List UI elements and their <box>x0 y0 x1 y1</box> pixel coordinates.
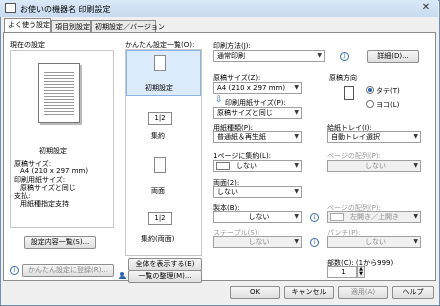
printer-icon <box>5 3 16 13</box>
tray-select[interactable]: 自動トレイ選択 ▼ <box>327 131 421 143</box>
arrow-down-icon: ⇩ <box>215 95 223 105</box>
paper-type-value: 普通紙＆再生紙 <box>217 133 266 141</box>
tab-frequent[interactable]: よく使う設定 <box>4 18 51 33</box>
chevron-down-icon: ▼ <box>294 109 299 116</box>
portrait-page-icon <box>344 86 354 100</box>
portrait-radio[interactable] <box>366 86 374 94</box>
nup-order-select[interactable]: しない ▼ <box>327 160 421 172</box>
duplex-select[interactable]: しない ▼ <box>213 186 302 198</box>
booklet-order-value: 左開き／上開き <box>350 213 399 221</box>
register-preset-button[interactable]: かんたん設定に登録(R)... <box>22 264 114 277</box>
chevron-down-icon: ▼ <box>317 52 322 59</box>
apply-button[interactable]: 適用(A) <box>338 286 388 299</box>
summary-line: A4 (210 x 297 mm) <box>20 167 89 175</box>
detail-button[interactable]: 詳細(D)... <box>367 50 419 63</box>
duplex-value: しない <box>217 188 238 196</box>
ok-button[interactable]: OK <box>230 286 280 299</box>
chevron-down-icon: ▼ <box>294 162 299 169</box>
chevron-down-icon: ▼ <box>294 133 299 140</box>
nup-order-value: しない <box>365 162 386 170</box>
booklet-order-icon <box>330 213 344 221</box>
portrait-label: タテ(T) <box>376 87 400 95</box>
print-method-value: 通常印刷 <box>217 52 245 60</box>
orientation-label: 原稿方向 <box>329 74 357 82</box>
info-icon: i <box>340 52 349 61</box>
chevron-down-icon: ▼ <box>413 213 418 220</box>
tray-value: 自動トレイ選択 <box>331 133 380 141</box>
chevron-down-icon: ▼ <box>413 162 418 169</box>
original-size-value: A4 (210 x 297 mm) <box>217 84 286 92</box>
preset-default-icon <box>154 55 166 71</box>
chevron-down-icon: ▼ <box>294 238 299 245</box>
tab-defaults-version[interactable]: 初期設定／バージョン <box>91 20 165 32</box>
copies-input[interactable]: 1 <box>327 266 357 278</box>
settings-list-button[interactable]: 設定内容一覧(S)... <box>24 236 96 249</box>
nup-value: しない <box>236 162 257 170</box>
info-icon: i <box>310 213 319 222</box>
chevron-down-icon: ▼ <box>413 133 418 140</box>
paper-size-select[interactable]: 原稿サイズと同じ ▼ <box>213 107 302 119</box>
punch-select[interactable]: しない ▼ <box>327 236 421 248</box>
nup-preset-icon: 1|2 <box>148 112 172 125</box>
window-title: お使いの機器名 印刷設定 <box>20 5 111 14</box>
copies-spinner[interactable]: ▲ ▼ <box>357 266 365 278</box>
preview-text-lines <box>44 70 74 116</box>
preset-label[interactable]: 両面 <box>151 186 165 196</box>
close-icon[interactable]: ✕ <box>418 2 434 14</box>
chevron-down-icon: ▼ <box>413 238 418 245</box>
staple-select[interactable]: しない ▼ <box>213 236 302 248</box>
info-icon: i <box>10 266 19 275</box>
paper-size-value: 原稿サイズと同じ <box>217 109 273 117</box>
booklet-select[interactable]: しない ▼ <box>213 211 302 223</box>
info-icon: i <box>310 238 319 247</box>
preset-label: 初期設定 <box>145 84 173 92</box>
preview-caption: 初期設定 <box>39 147 67 155</box>
help-button[interactable]: ヘルプ <box>392 286 434 299</box>
punch-value: しない <box>365 238 386 246</box>
page-preview <box>38 63 80 123</box>
print-method-select[interactable]: 通常印刷 ▼ <box>213 50 325 62</box>
booklet-value: しない <box>248 213 270 221</box>
cancel-button[interactable]: キャンセル <box>284 286 334 299</box>
staple-value: しない <box>248 238 270 246</box>
nup-duplex-preset-icon: 1|2 <box>148 212 172 225</box>
preset-label[interactable]: 集約 <box>151 131 165 141</box>
summary-line: 用紙種指定支持 <box>20 200 69 208</box>
original-size-select[interactable]: A4 (210 x 297 mm) ▼ <box>213 82 302 94</box>
duplex-preset-icon <box>154 157 166 173</box>
chevron-down-icon: ▼ <box>294 188 299 195</box>
organize-presets-button[interactable]: 一覧の整理(M)... <box>128 270 202 283</box>
copies-value: 1 <box>341 268 346 276</box>
landscape-label: ヨコ(L) <box>376 101 400 109</box>
nup-page-icon <box>216 162 230 170</box>
user-icon <box>119 272 126 280</box>
landscape-radio[interactable] <box>366 100 374 108</box>
tab-items[interactable]: 項目別設定 <box>51 20 91 32</box>
paper-type-select[interactable]: 普通紙＆再生紙 ▼ <box>213 131 302 143</box>
chevron-down-icon: ▼ <box>294 84 299 91</box>
preset-label[interactable]: 集約(両面) <box>141 234 174 244</box>
chevron-down-icon: ▼ <box>294 213 299 220</box>
current-settings-heading: 現在の設定 <box>10 41 45 49</box>
